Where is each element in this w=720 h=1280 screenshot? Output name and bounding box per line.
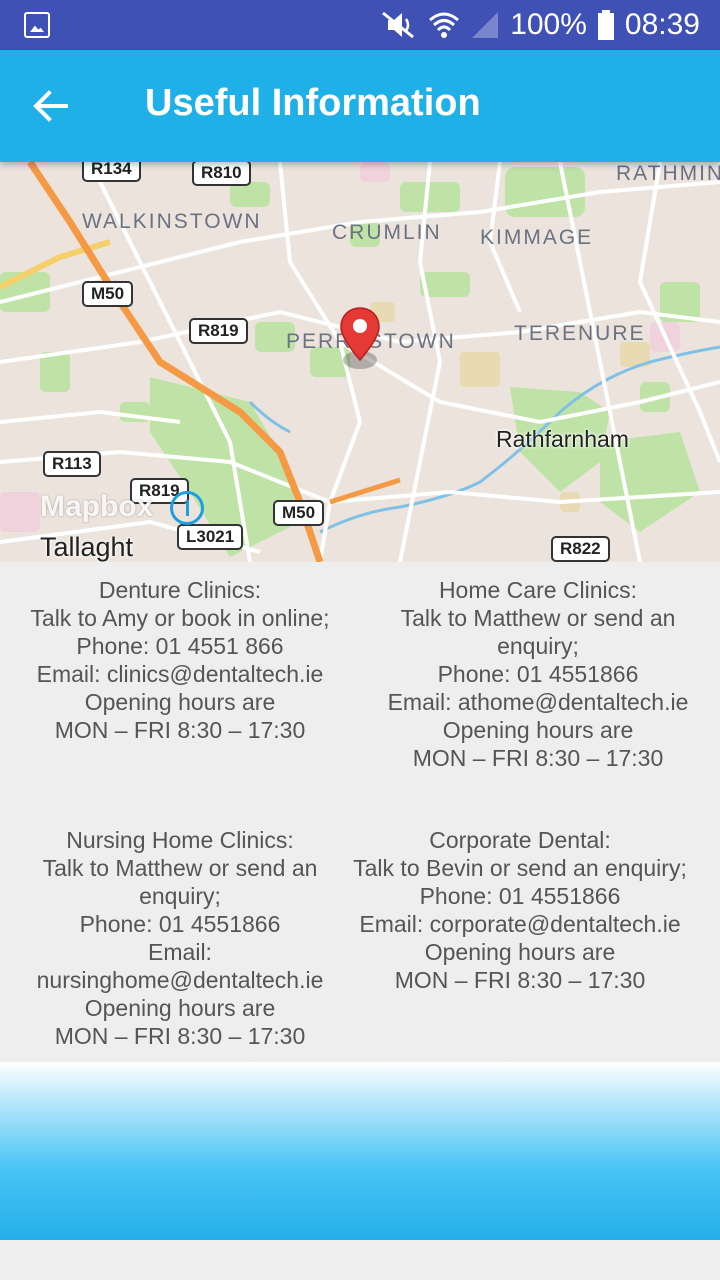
status-bar: 100% 08:39 — [0, 0, 720, 50]
clinic-hours: MON – FRI 8:30 – 17:30 — [54, 1023, 306, 1049]
road-shield-r822: R822 — [551, 536, 610, 562]
clinic-contact: Talk to Bevin or send an enquiry; — [353, 855, 687, 881]
clinic-contact: Talk to Matthew or send an enquiry; — [42, 855, 318, 909]
road-shield-l3021: L3021 — [177, 524, 244, 550]
clinic-phone[interactable]: Phone: 01 4551866 — [358, 660, 718, 688]
clinic-email[interactable]: Email: athome@dentaltech.ie — [358, 688, 718, 716]
road-shield-label: M50 — [82, 281, 134, 307]
map-label-crumlin: CRUMLIN — [332, 221, 442, 244]
clinic-hours: MON – FRI 8:30 – 17:30 — [412, 745, 664, 771]
clinic-title: Nursing Home Clinics: — [66, 827, 294, 853]
clinic-info-section: Denture Clinics: Talk to Amy or book in … — [0, 562, 720, 1062]
clinic-email[interactable]: nursinghome@dentaltech.ie — [0, 966, 360, 994]
arrow-back-icon — [33, 90, 68, 122]
map-label-rathmines: RATHMIN — [616, 162, 720, 185]
map-label-tallaght: Tallaght — [40, 532, 134, 562]
map-label-walkinstown: WALKINSTOWN — [82, 210, 262, 233]
map-label-terenure: TERENURE — [514, 322, 646, 345]
clinic-hours-label: Opening hours are — [442, 717, 634, 743]
clinic-card-corporate: Corporate Dental: Talk to Bevin or send … — [340, 826, 700, 994]
clinic-contact: Talk to Amy or book in online; — [30, 605, 330, 631]
road-shield-m50-bottom: M50 — [273, 500, 325, 526]
clinic-phone[interactable]: Phone: 01 4551866 — [340, 882, 700, 910]
clinic-phone[interactable]: Phone: 01 4551866 — [0, 910, 360, 938]
mute-icon — [382, 11, 415, 39]
map-view[interactable]: WALKINSTOWN CRUMLIN KIMMAGE RATHMIN PERR… — [0, 162, 720, 562]
clinic-card-home-care: Home Care Clinics: Talk to Matthew or se… — [358, 576, 718, 772]
clinic-contact: Talk to Matthew or send an enquiry; — [400, 605, 676, 659]
map-label-rathfarnham: Rathfarnham — [496, 426, 629, 452]
clinic-title: Corporate Dental: — [429, 827, 611, 853]
road-shield-label: R113 — [43, 451, 101, 477]
app-bar: Useful Information — [0, 50, 720, 162]
road-shield-label: L3021 — [177, 524, 244, 550]
clock: 08:39 — [624, 8, 700, 41]
road-shield-r134: R134 — [82, 162, 141, 182]
clinic-hours-label: Opening hours are — [84, 689, 276, 715]
clinic-hours: MON – FRI 8:30 – 17:30 — [394, 967, 646, 993]
clinic-email[interactable]: Email: clinics@dentaltech.ie — [0, 660, 360, 688]
mapbox-logo[interactable]: Mapbox — [40, 490, 153, 524]
road-shield-label: M50 — [273, 500, 325, 526]
road-shield-label: R134 — [82, 162, 141, 182]
clinic-email[interactable]: Email: corporate@dentaltech.ie — [340, 910, 700, 938]
page-title: Useful Information — [145, 82, 481, 124]
clinic-email-label: Email: — [148, 939, 212, 965]
map-label-kimmage: KIMMAGE — [480, 226, 594, 249]
clinic-hours-label: Opening hours are — [424, 939, 616, 965]
clinic-card-denture: Denture Clinics: Talk to Amy or book in … — [0, 576, 360, 744]
road-shield-r113: R113 — [43, 451, 101, 477]
road-shield-r810: R810 — [192, 162, 251, 186]
road-shield-label: R810 — [192, 162, 251, 186]
bottom-banner — [0, 1062, 720, 1240]
location-pin-icon[interactable] — [338, 306, 384, 372]
road-shield-label: R822 — [551, 536, 610, 562]
battery-icon — [597, 10, 614, 40]
clinic-hours-label: Opening hours are — [84, 995, 276, 1021]
road-shield-r819-top: R819 — [189, 318, 248, 344]
road-shield-label: R819 — [189, 318, 248, 344]
clinic-title: Home Care Clinics: — [438, 577, 638, 603]
battery-percent: 100% — [510, 8, 587, 41]
back-button[interactable] — [26, 80, 74, 132]
clinic-title: Denture Clinics: — [98, 577, 262, 603]
clinic-hours: MON – FRI 8:30 – 17:30 — [54, 717, 306, 743]
attribution-info-icon[interactable] — [170, 491, 204, 525]
signal-icon — [472, 12, 499, 38]
clinic-phone[interactable]: Phone: 01 4551 866 — [0, 632, 360, 660]
wifi-icon — [429, 12, 460, 38]
clinic-card-nursing-home: Nursing Home Clinics: Talk to Matthew or… — [0, 826, 360, 1050]
road-shield-m50-top: M50 — [82, 281, 134, 307]
gallery-notification-icon — [24, 12, 50, 38]
